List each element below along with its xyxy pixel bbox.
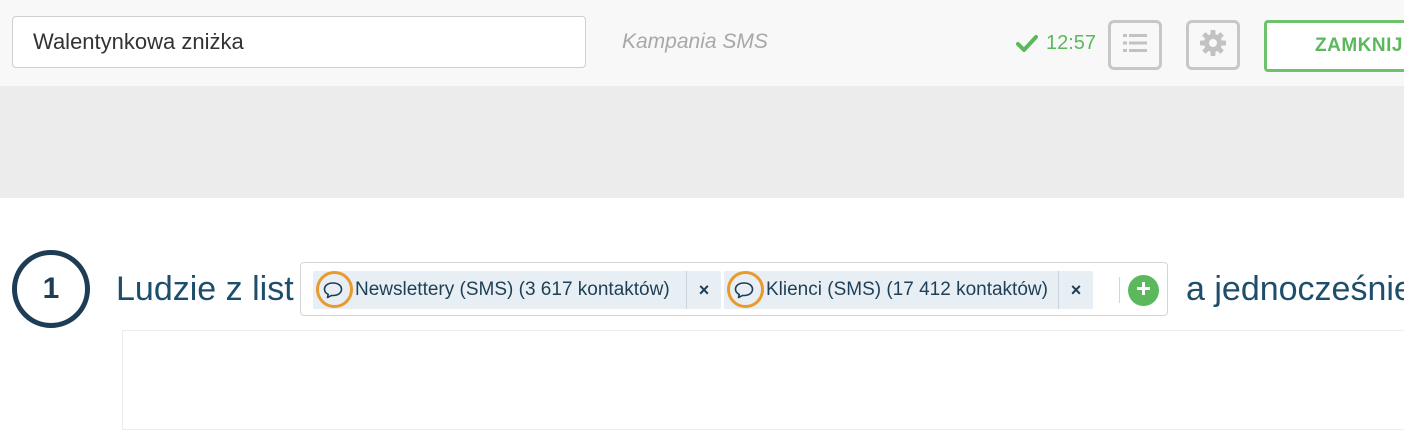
close-button[interactable]: ZAMKNIJ [1264, 20, 1404, 72]
save-time: 12:57 [1046, 32, 1097, 54]
settings-button[interactable] [1186, 20, 1240, 70]
speech-bubble-icon [724, 271, 764, 309]
remove-list-button[interactable]: × [687, 271, 721, 309]
step-heading: Ludzie z list [116, 270, 294, 308]
top-bar: Kampania SMS 12:57 [0, 0, 1404, 86]
plus-icon [1136, 281, 1151, 301]
list-view-button[interactable] [1108, 20, 1162, 70]
remove-list-button[interactable]: × [1059, 271, 1093, 309]
selector-divider [1119, 277, 1120, 303]
step-content-panel [122, 330, 1404, 430]
highlight-ring [727, 271, 764, 308]
add-list-button[interactable] [1128, 275, 1159, 306]
list-tag-label: Klienci (SMS) (17 412 kontaktów) [766, 279, 1048, 300]
save-status: 12:57 [1016, 32, 1096, 55]
list-tag-label: Newslettery (SMS) (3 617 kontaktów) [355, 279, 670, 300]
campaign-name-input[interactable] [12, 16, 586, 68]
step-number: 1 [42, 272, 60, 305]
speech-bubble-icon [313, 271, 353, 309]
step-continuation-text: a jednocześnie [1186, 270, 1404, 308]
gear-icon [1199, 29, 1227, 62]
step-number-badge: 1 [12, 250, 90, 328]
list-tag: Klienci (SMS) (17 412 kontaktów) × [724, 271, 1093, 309]
highlight-ring [316, 271, 353, 308]
list-selector[interactable]: Newslettery (SMS) (3 617 kontaktów) × Kl… [300, 262, 1168, 316]
check-icon [1016, 34, 1038, 54]
list-tag: Newslettery (SMS) (3 617 kontaktów) × [313, 271, 721, 309]
campaign-type-label: Kampania SMS [622, 30, 768, 53]
gray-band [0, 86, 1404, 198]
list-icon [1123, 33, 1147, 58]
